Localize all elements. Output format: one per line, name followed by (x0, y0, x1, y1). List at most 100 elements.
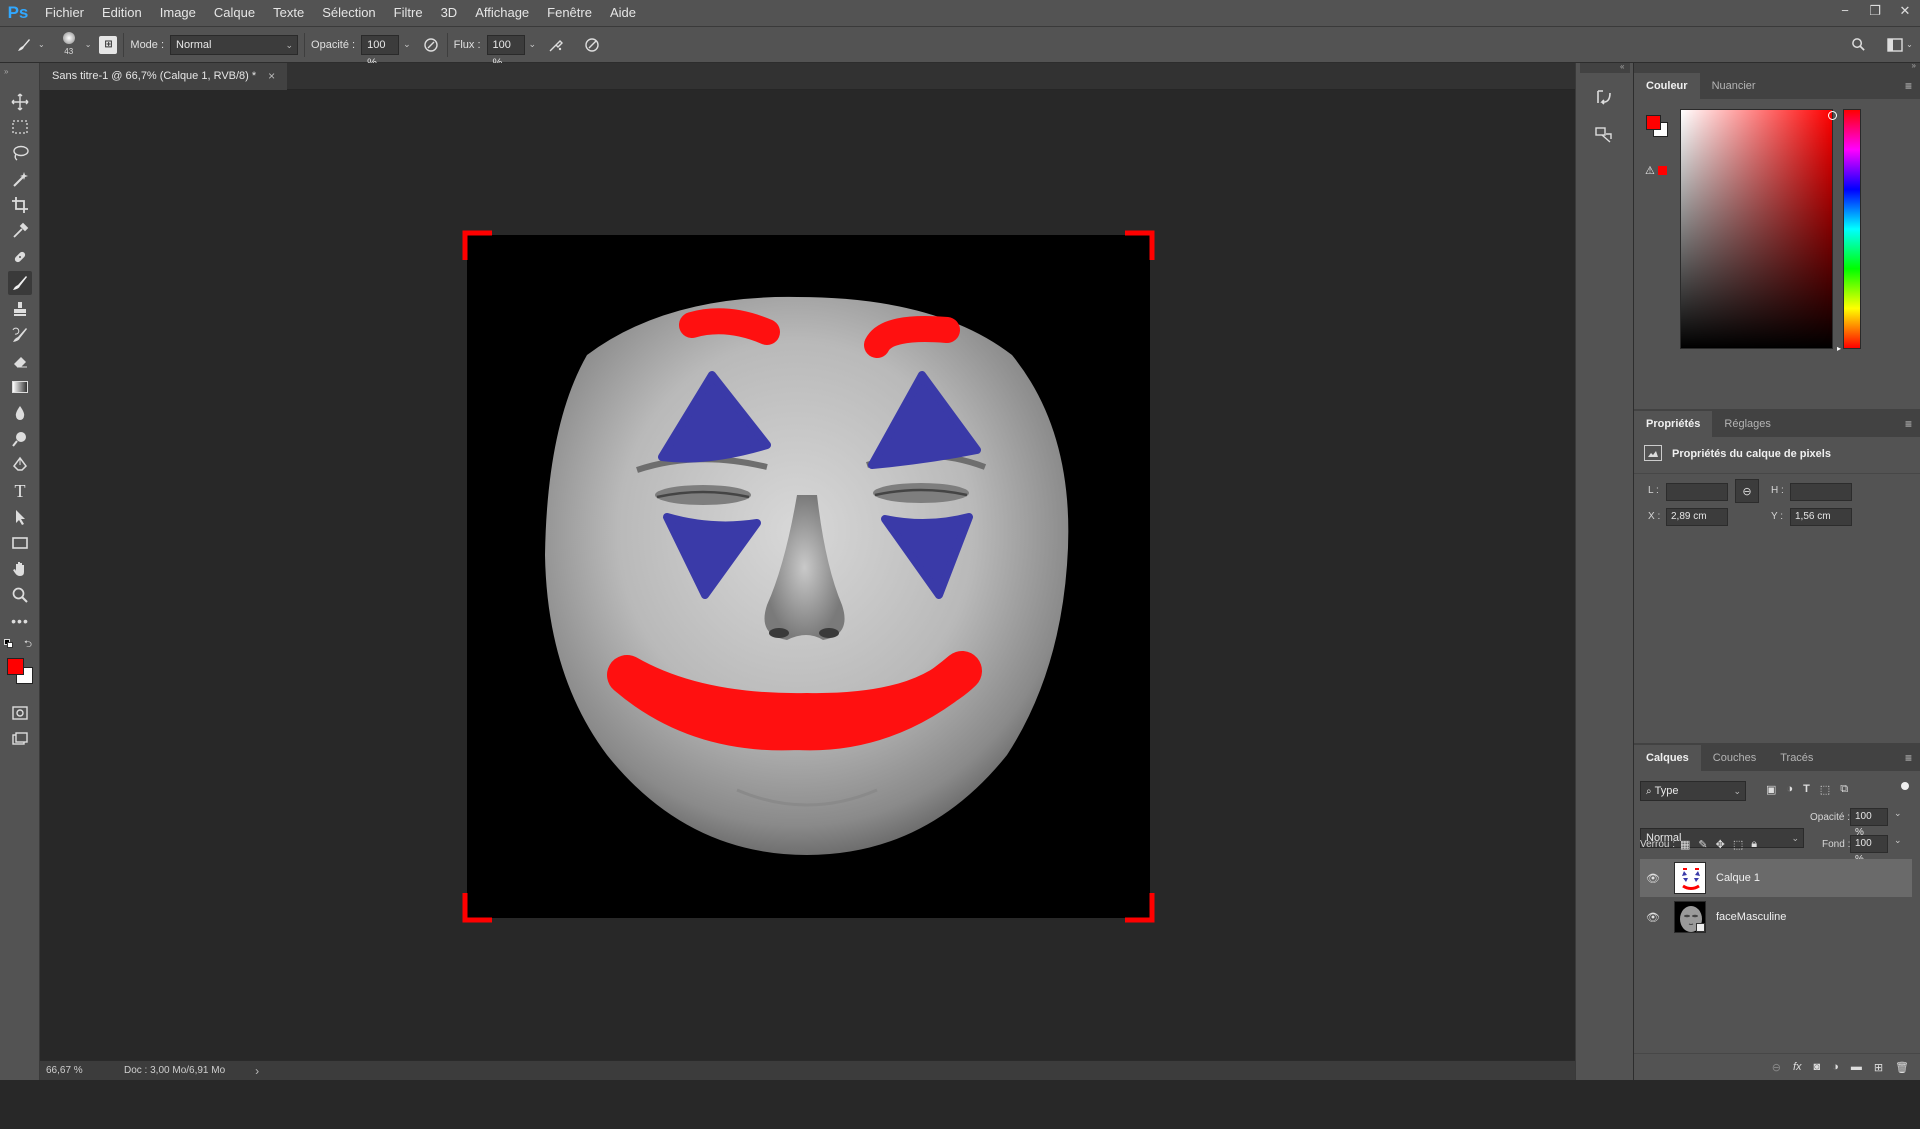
minimize-button[interactable]: − (1830, 0, 1860, 26)
color-picker-cursor[interactable] (1828, 111, 1837, 120)
more-tools-icon[interactable]: ••• (8, 609, 32, 633)
filter-toggle-icon[interactable] (1901, 782, 1909, 790)
type-tool-icon[interactable]: T (8, 479, 32, 503)
menu-item-9[interactable]: Fenêtre (538, 0, 601, 26)
screen-mode-icon[interactable] (8, 727, 32, 751)
lock-pixels-icon[interactable]: ✎ (1698, 838, 1707, 851)
hand-tool-icon[interactable] (8, 557, 32, 581)
close-tab-icon[interactable]: × (268, 63, 275, 90)
brush-panel-toggle-icon[interactable]: ⊞ (99, 35, 118, 54)
collapse-panels-icon[interactable]: » (1912, 61, 1916, 70)
layer-name[interactable]: faceMasculine (1716, 911, 1786, 923)
menu-item-0[interactable]: Fichier (36, 0, 93, 26)
fill-dropdown-icon[interactable]: ⌄ (1894, 835, 1902, 846)
flow-dropdown-icon[interactable]: ⌄ (529, 39, 537, 50)
filter-adjustment-icon[interactable]: ◑ (1786, 783, 1793, 796)
menu-item-8[interactable]: Affichage (466, 0, 538, 26)
path-selection-tool-icon[interactable] (8, 505, 32, 529)
menu-item-5[interactable]: Sélection (313, 0, 384, 26)
menu-item-10[interactable]: Aide (601, 0, 645, 26)
filter-shape-icon[interactable]: ⬚ (1820, 783, 1830, 796)
menu-item-7[interactable]: 3D (432, 0, 467, 26)
fill-field[interactable]: 100 % (1850, 835, 1888, 865)
layer-opacity-field[interactable]: 100 % (1850, 808, 1888, 838)
move-tool-icon[interactable] (8, 90, 32, 114)
new-group-icon[interactable]: ▬ (1851, 1061, 1862, 1073)
default-colors-icon[interactable] (4, 639, 14, 649)
collapse-toolbar-icon[interactable]: » (4, 67, 8, 76)
lasso-tool-icon[interactable] (8, 141, 32, 165)
history-panel-icon[interactable] (1592, 85, 1616, 109)
layer-opacity-dropdown-icon[interactable]: ⌄ (1894, 808, 1902, 819)
menu-item-4[interactable]: Texte (264, 0, 313, 26)
menu-item-3[interactable]: Calque (205, 0, 264, 26)
hue-slider-handle[interactable]: ▸ (1837, 344, 1841, 353)
x-field[interactable]: 2,89 cm (1666, 508, 1728, 526)
document-tab[interactable]: Sans titre-1 @ 66,7% (Calque 1, RVB/8) *… (40, 63, 288, 90)
quick-mask-icon[interactable] (8, 701, 32, 725)
height-field[interactable] (1790, 483, 1852, 501)
hue-slider[interactable]: ▸ (1837, 109, 1861, 353)
tab-swatches[interactable]: Nuancier (1700, 73, 1768, 99)
zoom-level[interactable]: 66,67 % (40, 1065, 98, 1076)
dodge-tool-icon[interactable] (8, 427, 32, 451)
link-layers-icon[interactable]: ⊖ (1772, 1061, 1781, 1074)
transform-corner-handles[interactable] (462, 230, 1155, 923)
blur-tool-icon[interactable] (8, 401, 32, 425)
layer-name[interactable]: Calque 1 (1716, 872, 1760, 884)
gamut-color-swatch[interactable] (1658, 166, 1667, 175)
lock-position-icon[interactable]: ✥ (1716, 838, 1725, 851)
tab-color[interactable]: Couleur (1634, 73, 1700, 99)
lock-all-icon[interactable]: 🔒︎ (1751, 838, 1757, 851)
swap-colors-icon[interactable]: ⮌ (24, 637, 32, 654)
canvas-area[interactable] (40, 90, 1575, 1060)
tab-channels[interactable]: Couches (1701, 745, 1768, 771)
properties-panel-icon[interactable] (1592, 123, 1616, 147)
visibility-eye-icon[interactable]: 👁︎ (1640, 911, 1666, 924)
restore-button[interactable]: ❐ (1860, 0, 1890, 26)
eyedropper-tool-icon[interactable] (8, 219, 32, 243)
healing-brush-tool-icon[interactable] (8, 245, 32, 269)
menu-item-6[interactable]: Filtre (385, 0, 432, 26)
width-field[interactable] (1666, 483, 1728, 501)
tab-paths[interactable]: Tracés (1768, 745, 1825, 771)
layer-filter-select[interactable]: ⌕ Type ⌄ (1640, 781, 1746, 801)
out-of-gamut-warning-icon[interactable]: ⚠ (1645, 164, 1655, 177)
layer-style-icon[interactable]: fx (1793, 1061, 1802, 1073)
tab-properties[interactable]: Propriétés (1634, 411, 1713, 437)
new-layer-icon[interactable]: ⊞ (1874, 1061, 1883, 1074)
mode-select[interactable]: Normal ⌄ (170, 34, 299, 55)
link-dimensions-icon[interactable]: ⊖ (1735, 479, 1759, 503)
pressure-opacity-icon[interactable] (421, 35, 441, 55)
filter-type-icon[interactable]: T (1803, 783, 1810, 796)
add-mask-icon[interactable]: ◙ (1814, 1061, 1821, 1073)
color-panel-foreground-swatch[interactable] (1646, 115, 1661, 130)
opacity-dropdown-icon[interactable]: ⌄ (403, 39, 411, 50)
delete-layer-icon[interactable]: 🗑︎ (1895, 1061, 1909, 1074)
tab-adjustments[interactable]: Réglages (1712, 411, 1782, 437)
gradient-tool-icon[interactable] (8, 375, 32, 399)
flow-field[interactable]: 100 % (486, 34, 525, 69)
menu-item-1[interactable]: Edition (93, 0, 151, 26)
properties-panel-menu-icon[interactable]: ≡ (1905, 417, 1912, 431)
close-window-button[interactable]: ✕ (1890, 0, 1920, 26)
lock-artboard-icon[interactable]: ⬚ (1733, 838, 1743, 851)
workspace-icon[interactable]: ⌄ (1886, 35, 1914, 55)
color-panel-menu-icon[interactable]: ≡ (1905, 79, 1912, 93)
status-menu-arrow[interactable]: › (255, 1064, 259, 1078)
rectangle-tool-icon[interactable] (8, 531, 32, 555)
filter-pixel-icon[interactable]: ▣ (1766, 783, 1776, 796)
brush-size-picker[interactable]: 43 (55, 29, 83, 61)
eraser-tool-icon[interactable] (8, 349, 32, 373)
collapse-dock-icon[interactable]: « (1620, 62, 1624, 71)
pen-tool-icon[interactable] (8, 453, 32, 477)
clone-stamp-tool-icon[interactable] (8, 297, 32, 321)
saturation-brightness-field[interactable] (1680, 109, 1837, 349)
airbrush-icon[interactable] (546, 35, 566, 55)
zoom-tool-icon[interactable] (8, 583, 32, 607)
crop-tool-icon[interactable] (8, 193, 32, 217)
pressure-size-icon[interactable] (582, 35, 602, 55)
brush-tool-icon[interactable] (8, 271, 32, 295)
brush-tool-preset-icon[interactable] (10, 35, 38, 55)
y-field[interactable]: 1,56 cm (1790, 508, 1852, 526)
